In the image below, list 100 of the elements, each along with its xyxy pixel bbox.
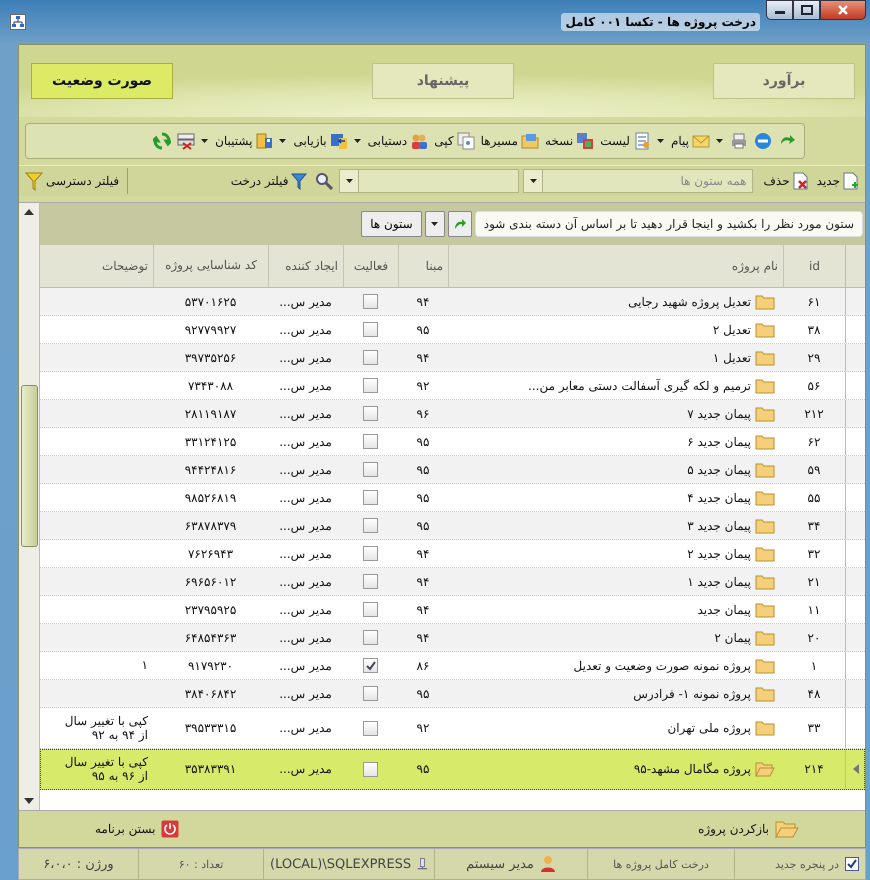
table-cell-text: ۹۵: [416, 518, 430, 532]
table-cell: پیمان ۲: [714, 630, 751, 644]
checkbox[interactable]: [363, 762, 378, 776]
dropdown-button[interactable]: [339, 169, 360, 193]
toolbar-button[interactable]: لیست: [598, 130, 653, 152]
table-row[interactable]: ۶۱ تعدیل پروژه شهید رجایی ۹۴ مدیر س... ۵۳۷۰۱۶۲۵: [40, 288, 865, 316]
checkbox[interactable]: [363, 546, 378, 561]
checkbox[interactable]: [363, 406, 378, 421]
circle-button[interactable]: [752, 130, 774, 152]
folder-icon: [755, 406, 775, 422]
table-cell: پروژه نمونه ۱- فرادرس: [633, 686, 751, 700]
refresh-button[interactable]: [151, 130, 174, 152]
caret-icon: [530, 179, 537, 183]
table-row[interactable]: ۲۱ پیمان جدید ۱ ۹۴ مدیر س... ۶۹۶۵۶۰۱۲: [40, 568, 865, 596]
table-cell-text: ۹۸۵۲۶۸۱۹: [184, 490, 238, 504]
toolbar-button[interactable]: نسخه: [542, 130, 596, 152]
checkbox[interactable]: [363, 574, 378, 589]
column-header[interactable]: توضیحات: [40, 245, 153, 287]
toolbar-button[interactable]: دستیابی: [352, 130, 430, 152]
tree-filter-button[interactable]: فیلتر درخت: [228, 170, 310, 192]
table-cell-text: مدیر س...: [278, 686, 333, 700]
column-header[interactable]: مبنا: [398, 245, 448, 287]
checkbox[interactable]: [363, 630, 378, 645]
folder-icon: [755, 574, 775, 590]
toolbar-button[interactable]: پیام: [654, 130, 712, 152]
open-project-button[interactable]: بازکردن پروژه: [692, 818, 805, 840]
tree-icon: [10, 14, 26, 30]
scroll-up-icon[interactable]: [24, 209, 34, 215]
table-row[interactable]: ۲۱۴ پروژه مگامال مشهد-۹۵ ۹۵ مدیر س... ۳۵۳۸۳۳۹۱ کپی با تغییر سال از ۹۶ به ۹۵: [40, 749, 865, 790]
table-cell: پیمان جدید ۷: [687, 406, 751, 420]
toolbar-button[interactable]: بازیابی: [277, 130, 350, 152]
table-cell-text: ۳۹۵۳۳۳۱۵: [184, 721, 238, 735]
close-program-button[interactable]: بستن برنامه: [89, 819, 186, 839]
table-row[interactable]: ۳۴ پیمان جدید ۳ ۹۵ مدیر س... ۶۳۸۷۸۳۷۹: [40, 512, 865, 540]
mode-tab[interactable]: صورت وضعیت: [31, 63, 173, 99]
toolbar-button[interactable]: کپی: [432, 130, 477, 152]
table-cell-text: ۴۸: [806, 686, 822, 700]
table-row[interactable]: ۲۱۲ پیمان جدید ۷ ۹۶ مدیر س... ۲۸۱۱۹۱۸۷: [40, 400, 865, 428]
new-button[interactable]: جدید: [814, 170, 861, 192]
dropdown-button[interactable]: [523, 169, 544, 193]
caret-icon: [716, 139, 723, 143]
folder-icon: [755, 658, 775, 674]
toolbar-button[interactable]: مسیرها: [478, 130, 541, 152]
column-field[interactable]: همه ستون ها: [543, 169, 754, 193]
scroll-down-icon[interactable]: [24, 798, 34, 804]
power-icon: [161, 820, 180, 838]
search-button[interactable]: [313, 170, 336, 192]
toolbar-button[interactable]: پشتیبان: [199, 130, 276, 152]
column-header[interactable]: فعالیت: [343, 245, 398, 287]
table-row[interactable]: ۲۰ پیمان ۲ ۹۴ مدیر س... ۶۴۸۵۴۳۶۳: [40, 624, 865, 652]
folder-icon: [755, 518, 775, 534]
table-cell-text: ۶۱: [806, 294, 822, 308]
import-icon: [330, 132, 348, 150]
table-cell-text: مدیر س...: [278, 518, 333, 532]
checkbox[interactable]: [845, 857, 859, 871]
table-cell-text: ۹۲: [416, 721, 430, 735]
table-cell-text: ۶۳۸۷۸۳۷۹: [184, 518, 238, 532]
table-cell-text: ۳۳: [806, 721, 822, 735]
table-row[interactable]: ۴۸ پروژه نمونه ۱- فرادرس ۹۵ مدیر س... ۳۸۴۰۶۸۴۲: [40, 680, 865, 708]
table-cell-text: مدیر س...: [278, 574, 333, 588]
checkbox[interactable]: [363, 490, 378, 505]
table-row[interactable]: ۲۹ تعدیل ۱ ۹۴ مدیر س... ۳۹۷۳۵۲۵۶: [40, 344, 865, 372]
mode-tab[interactable]: پیشنهاد: [372, 63, 514, 99]
checkbox[interactable]: [363, 658, 378, 673]
checkbox[interactable]: [363, 434, 378, 449]
checkbox[interactable]: [363, 378, 378, 393]
table-cell-text: ۱: [810, 658, 818, 672]
caret-icon: [279, 139, 286, 143]
table-cell-text: مدیر س...: [278, 322, 333, 336]
checkbox[interactable]: [363, 462, 378, 477]
column-header[interactable]: نام پروژه: [448, 245, 783, 287]
checkbox[interactable]: [363, 518, 378, 533]
checkbox[interactable]: [363, 322, 378, 337]
folder-icon: [755, 686, 775, 702]
checkbox[interactable]: [363, 602, 378, 617]
scrollbar-thumb[interactable]: [20, 385, 38, 547]
table-cell-text: ۶۴۸۵۴۳۶۳: [184, 630, 238, 644]
checkbox[interactable]: [363, 686, 378, 701]
search-field[interactable]: [359, 169, 520, 193]
checkbox-label: در پنجره جدید: [775, 858, 839, 870]
delete-button[interactable]: حذف: [761, 170, 811, 192]
column-header[interactable]: ایجاد کننده: [268, 245, 343, 287]
close-button[interactable]: [820, 0, 866, 20]
table-row[interactable]: ۵۹ پیمان جدید ۵ ۹۵ مدیر س... ۹۴۴۲۴۸۱۶: [40, 456, 865, 484]
access-filter-button[interactable]: فیلتر دسترسی: [23, 168, 128, 194]
table-cell-text: مدیر س...: [278, 434, 333, 448]
checkbox[interactable]: [363, 720, 378, 736]
status-text: درخت کامل پروژه ها: [613, 858, 709, 870]
checkbox[interactable]: [363, 294, 378, 309]
close-icon: [837, 4, 849, 16]
column-header[interactable]: id: [783, 245, 845, 287]
checkbox[interactable]: [363, 350, 378, 365]
columns-button[interactable]: ستون ها: [361, 211, 422, 237]
column-header[interactable]: کد شناسایی پروژه: [153, 245, 268, 287]
minimize-button[interactable]: [766, 0, 793, 20]
folder-icon: [755, 434, 775, 450]
dropdown-button[interactable]: [424, 211, 445, 237]
mode-tab[interactable]: برآورد: [713, 63, 855, 99]
maximize-button[interactable]: [793, 0, 820, 20]
table-cell-text: ۱: [140, 658, 149, 673]
